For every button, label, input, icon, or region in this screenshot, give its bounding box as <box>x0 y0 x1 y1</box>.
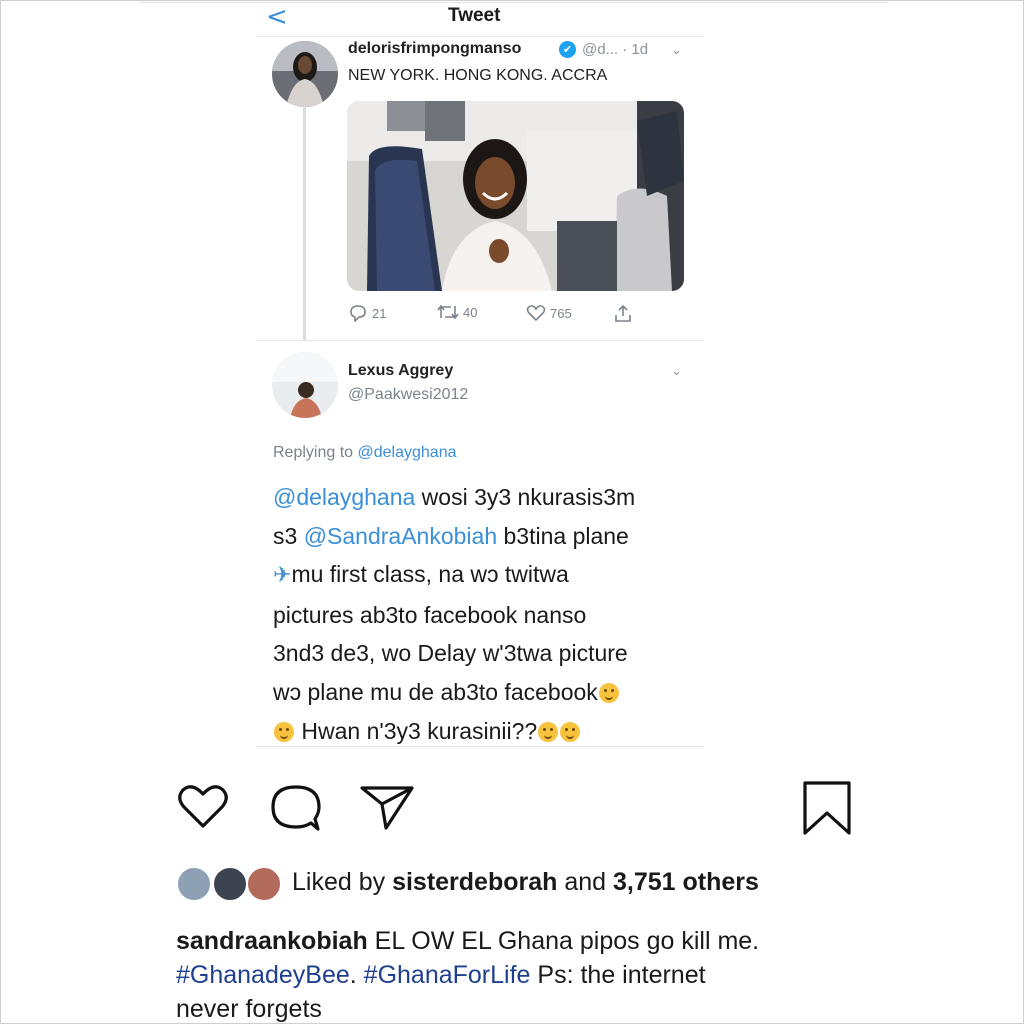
back-button[interactable]: < <box>266 2 288 32</box>
caption-text: EL OW EL Ghana pipos go kill me. <box>367 927 760 955</box>
avatar <box>176 866 212 902</box>
likes-summary[interactable]: Liked by sisterdeborah and 3,751 others <box>292 868 759 897</box>
smirk-emoji-icon <box>274 721 294 742</box>
reply-count: 21 <box>372 305 387 321</box>
share-button[interactable] <box>358 782 416 837</box>
share-icon <box>615 304 631 322</box>
heart-icon <box>526 305 546 322</box>
avatar[interactable] <box>272 41 338 107</box>
chevron-down-icon[interactable]: ⌄ <box>671 43 682 58</box>
tweet-handle-time: @d... · 1d <box>582 41 648 58</box>
retweet-count: 40 <box>463 304 478 320</box>
reply-line-text: wosi 3y3 nkurasis3m <box>415 484 636 510</box>
smirk-emoji-icon <box>598 682 619 703</box>
tweet-text: NEW YORK. HONG KONG. ACCRA <box>348 67 608 84</box>
reply-line-text: Hwan n'3y3 kurasinii?? <box>295 717 538 744</box>
comment-button[interactable] <box>269 781 323 838</box>
replying-mention-link[interactable]: @delayghana <box>358 444 457 461</box>
retweet-action[interactable]: 40 <box>437 304 477 320</box>
tweet-time: · 1d <box>622 41 649 58</box>
screenshot-bottom-divider <box>256 746 704 747</box>
likes-middle: and <box>557 868 614 896</box>
laughing-emoji-icon <box>538 721 559 742</box>
hashtag-link[interactable]: #GhanaForLife <box>364 961 531 989</box>
like-action[interactable]: 765 <box>526 304 572 322</box>
replying-prefix: Replying to <box>273 444 354 461</box>
tweet-username[interactable]: delorisfrimpongmanso <box>348 40 521 58</box>
share-action[interactable] <box>614 304 632 323</box>
likes-prefix: Liked by <box>292 868 393 896</box>
caption-username[interactable]: sandraankobiah <box>176 927 368 955</box>
reply-line-text: mu first class, na wɔ twitwa <box>291 561 569 588</box>
reply-line: pictures ab3to facebook nanso <box>273 596 713 635</box>
save-button[interactable] <box>800 779 854 842</box>
reply-line: 3nd3 de3, wo Delay w'3twa picture <box>273 634 713 673</box>
reply-line: s3 @SandraAnkobiah b3tina plane <box>273 517 713 556</box>
likes-count[interactable]: 3,751 others <box>613 868 759 896</box>
caption-text: never forgets <box>176 995 322 1023</box>
reply-name[interactable]: Lexus Aggrey <box>348 362 453 380</box>
screen-title: Tweet <box>448 5 501 26</box>
liked-by-user[interactable]: sisterdeborah <box>392 868 557 896</box>
reply-line-text: wɔ plane mu de ab3to facebook <box>273 678 598 705</box>
heart-icon <box>178 785 228 828</box>
tweet-divider <box>256 340 704 341</box>
reply-line: wɔ plane mu de ab3to facebook <box>273 673 713 712</box>
like-button[interactable] <box>176 782 230 835</box>
mention-link[interactable]: @delayghana <box>273 484 415 510</box>
bookmark-icon <box>803 781 851 835</box>
reply-line: Hwan n'3y3 kurasinii?? <box>273 712 713 751</box>
reply-line: @delayghana wosi 3y3 nkurasis3m <box>273 478 713 517</box>
caption-separator: . <box>349 961 364 989</box>
chevron-down-icon[interactable]: ⌄ <box>671 364 682 379</box>
mention-link[interactable]: @SandraAnkobiah <box>304 523 497 549</box>
avatar[interactable] <box>272 352 338 418</box>
caption-text: Ps: the internet <box>530 961 706 989</box>
reply-line-text: 3nd3 de3, wo Delay w'3twa picture <box>273 640 628 667</box>
reply-line-text: s3 <box>273 522 304 549</box>
reply-text: @delayghana wosi 3y3 nkurasis3m s3 @Sand… <box>273 478 713 750</box>
reply-handle: @Paakwesi2012 <box>348 386 469 403</box>
laughing-emoji-icon <box>560 721 581 742</box>
avatar <box>212 866 248 902</box>
post-caption: sandraankobiah EL OW EL Ghana pipos go k… <box>176 924 876 1026</box>
header-divider <box>256 36 704 37</box>
thread-line <box>303 106 306 340</box>
send-icon <box>360 786 414 830</box>
airplane-icon: ✈ <box>273 563 292 589</box>
comment-icon <box>271 785 321 831</box>
avatar <box>246 866 282 902</box>
reply-line-text: pictures ab3to facebook nanso <box>273 601 587 628</box>
like-count: 765 <box>550 305 572 321</box>
tweet-handle: @d... <box>582 41 619 58</box>
hashtag-link[interactable]: #GhanadeyBee <box>176 961 350 989</box>
retweet-icon <box>437 304 459 320</box>
reply-line-text: b3tina plane <box>497 522 629 549</box>
tweet-photo[interactable] <box>347 101 684 291</box>
verified-badge-icon: ✔ <box>559 41 576 58</box>
replying-to: Replying to @delayghana <box>273 444 456 462</box>
reply-icon <box>350 305 366 322</box>
reply-action[interactable]: 21 <box>348 304 386 322</box>
top-divider <box>140 2 888 3</box>
reply-line: ✈mu first class, na wɔ twitwa <box>273 555 713 596</box>
